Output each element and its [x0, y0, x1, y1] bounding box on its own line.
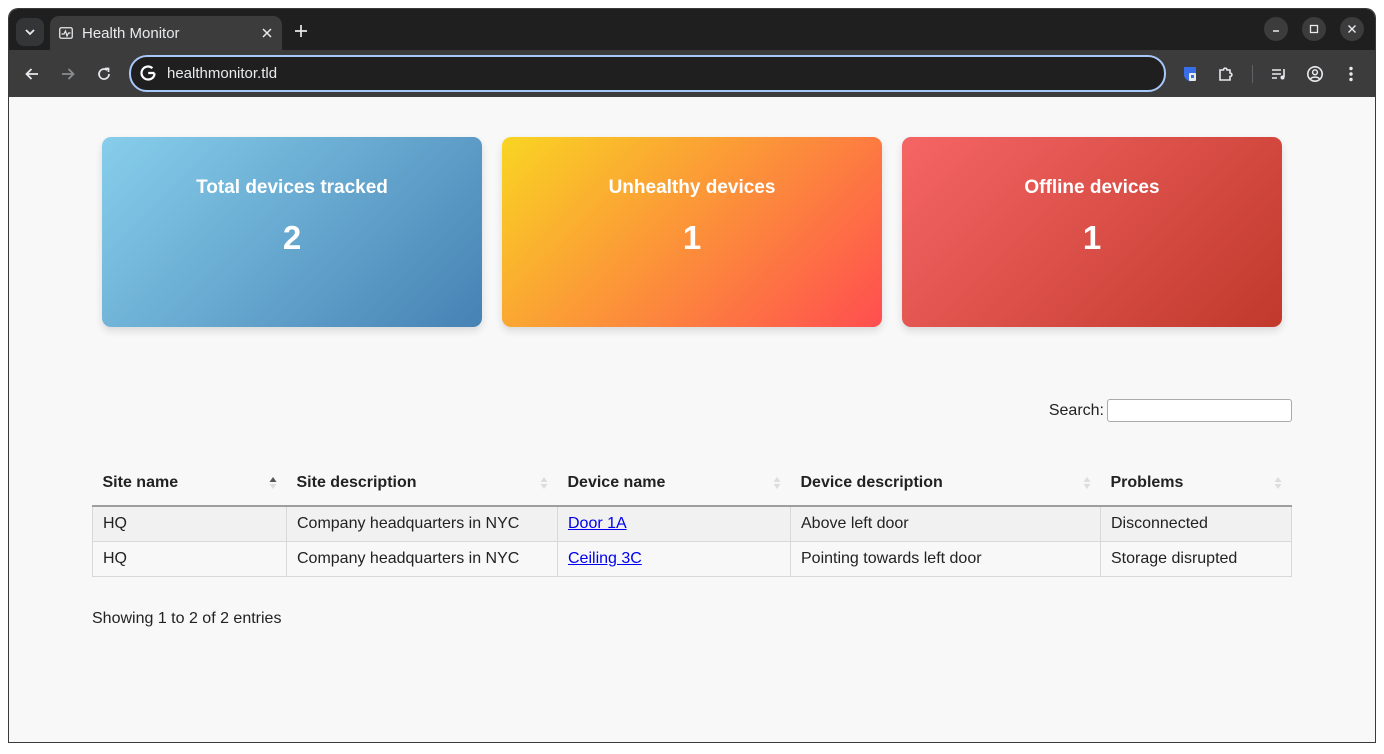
shield-icon [1184, 67, 1196, 82]
devices-table: Site name Site description Device name D… [92, 461, 1292, 577]
device-link[interactable]: Ceiling 3C [568, 550, 642, 567]
cell-device-description: Pointing towards left door [790, 541, 1101, 577]
table-row: HQ Company headquarters in NYC Ceiling 3… [92, 541, 1292, 577]
maximize-icon [1309, 24, 1319, 34]
column-header-site-description[interactable]: Site description [286, 461, 558, 507]
sort-icon [540, 477, 547, 489]
page-content: Total devices tracked 2 Unhealthy device… [9, 97, 1375, 742]
tab-search-button[interactable] [16, 18, 44, 46]
cell-device-name: Door 1A [557, 506, 791, 542]
sort-icon [773, 477, 780, 489]
minimize-icon [1273, 30, 1279, 32]
cell-problems: Disconnected [1100, 506, 1292, 542]
arrow-left-icon [25, 68, 38, 80]
minimize-button[interactable] [1264, 17, 1288, 41]
new-tab-button[interactable] [290, 20, 312, 42]
back-button[interactable] [19, 61, 45, 87]
puzzle-icon [1219, 67, 1233, 81]
tab-health-monitor[interactable]: Health Monitor [50, 16, 282, 50]
card-offline-devices: Offline devices 1 [902, 137, 1282, 327]
table-row: HQ Company headquarters in NYC Door 1A A… [92, 506, 1292, 542]
tab-strip: Health Monitor [9, 9, 1375, 50]
google-icon [139, 64, 157, 82]
cell-site-description: Company headquarters in NYC [286, 541, 558, 577]
table-info: Showing 1 to 2 of 2 entries [92, 610, 282, 627]
table-search: Search: [1049, 399, 1292, 422]
url-text: healthmonitor.tld [167, 65, 278, 82]
profile-button[interactable] [1302, 61, 1328, 87]
chevron-down-icon [25, 29, 35, 36]
media-controls-button[interactable] [1266, 61, 1292, 87]
column-header-problems[interactable]: Problems [1100, 461, 1292, 507]
card-value: 1 [682, 219, 702, 256]
plus-icon [295, 25, 307, 37]
activity-icon [59, 27, 73, 39]
sort-icon [1274, 477, 1281, 489]
card-value: 2 [282, 219, 302, 256]
close-window-button[interactable] [1340, 17, 1364, 41]
close-icon [1348, 25, 1356, 33]
sort-ascending-icon [269, 477, 276, 489]
more-vert-icon [1349, 66, 1353, 82]
reload-button[interactable] [91, 61, 117, 87]
account-icon [1307, 66, 1323, 82]
tab-close-button[interactable] [258, 24, 276, 42]
cell-device-name: Ceiling 3C [557, 541, 791, 577]
search-label: Search: [1048, 401, 1104, 419]
sort-icon [1083, 477, 1090, 489]
card-title: Offline devices [1024, 177, 1160, 198]
close-icon [262, 28, 272, 38]
column-header-device-description[interactable]: Device description [790, 461, 1101, 507]
card-value: 1 [1082, 219, 1102, 256]
card-title: Unhealthy devices [608, 177, 776, 198]
cell-site-name: HQ [92, 506, 287, 542]
column-header-site-name[interactable]: Site name [92, 461, 287, 507]
card-unhealthy-devices: Unhealthy devices 1 [502, 137, 882, 327]
address-bar[interactable]: healthmonitor.tld [129, 55, 1166, 92]
tab-title: Health Monitor [82, 25, 180, 42]
cell-site-name: HQ [92, 541, 287, 577]
menu-button[interactable] [1338, 61, 1364, 87]
extensions-button[interactable] [1213, 61, 1239, 87]
device-link[interactable]: Door 1A [568, 515, 627, 532]
browser-window: Health Monitor healthmonitor.tld Total d… [9, 9, 1375, 742]
extension-shield-button[interactable] [1177, 61, 1203, 87]
table-header-row: Site name Site description Device name D… [92, 461, 1292, 507]
forward-button[interactable] [55, 61, 81, 87]
cell-device-description: Above left door [790, 506, 1101, 542]
search-input[interactable] [1107, 399, 1292, 422]
playlist-icon [1272, 69, 1285, 80]
cell-site-description: Company headquarters in NYC [286, 506, 558, 542]
maximize-button[interactable] [1302, 17, 1326, 41]
card-title: Total devices tracked [196, 177, 388, 198]
card-total-devices: Total devices tracked 2 [102, 137, 482, 327]
browser-toolbar: healthmonitor.tld [9, 50, 1375, 98]
arrow-right-icon [62, 68, 75, 80]
column-header-device-name[interactable]: Device name [557, 461, 791, 507]
cell-problems: Storage disrupted [1100, 541, 1292, 577]
toolbar-separator [1252, 65, 1253, 83]
reload-icon [98, 67, 110, 80]
